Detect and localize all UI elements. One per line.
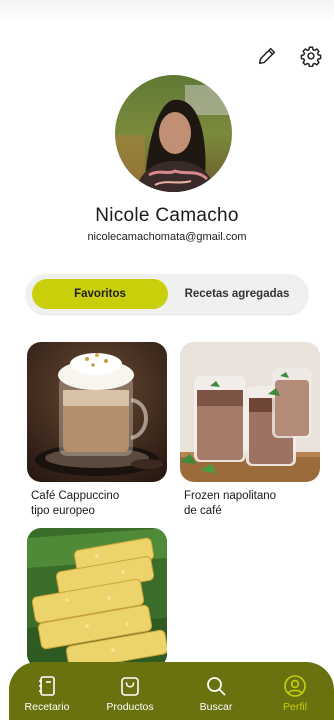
nav-item-recetario[interactable]: Recetario bbox=[12, 674, 82, 713]
recipe-title: Café Cappuccino tipo europeo bbox=[31, 490, 120, 517]
recipe-image bbox=[180, 342, 320, 482]
book-icon bbox=[39, 676, 55, 696]
settings-button[interactable] bbox=[299, 44, 323, 68]
status-bar bbox=[0, 0, 334, 22]
profile-screen: Nicole Camacho nicolecamachomata@gmail.c… bbox=[0, 0, 334, 720]
recipe-card[interactable]: Frozen napolitano de café bbox=[180, 342, 320, 519]
nav-label: Perfil bbox=[283, 701, 307, 713]
nav-label: Productos bbox=[106, 701, 154, 713]
nav-label: Buscar bbox=[199, 701, 233, 713]
nav-label: Recetario bbox=[24, 701, 70, 713]
pencil-icon bbox=[258, 47, 276, 65]
profile-email: nicolecamachomata@gmail.com bbox=[87, 231, 247, 243]
shopping-bag-icon bbox=[121, 677, 139, 696]
nav-item-buscar[interactable]: Buscar bbox=[181, 674, 251, 713]
nav-item-productos[interactable]: Productos bbox=[95, 674, 165, 713]
recipe-card[interactable]: Café Cappuccino tipo europeo bbox=[27, 342, 167, 519]
edit-profile-button[interactable] bbox=[255, 44, 279, 68]
search-icon bbox=[207, 677, 226, 696]
nav-item-perfil[interactable]: Perfil bbox=[260, 674, 330, 713]
tab-favoritos[interactable]: Favoritos bbox=[32, 279, 168, 309]
gear-icon bbox=[300, 46, 322, 67]
profile-name: Nicole Camacho bbox=[95, 205, 239, 226]
recipe-card[interactable] bbox=[27, 528, 167, 668]
user-icon bbox=[284, 675, 306, 697]
recipe-title: Frozen napolitano de café bbox=[184, 490, 277, 517]
recipe-image bbox=[27, 528, 167, 668]
avatar[interactable] bbox=[115, 75, 232, 192]
bottom-nav: Recetario Productos Buscar Perfil bbox=[9, 662, 334, 720]
tab-recetas-agregadas[interactable]: Recetas agregadas bbox=[172, 279, 302, 309]
recipe-image bbox=[27, 342, 167, 482]
profile-tabs: Favoritos Recetas agregadas bbox=[26, 274, 308, 314]
